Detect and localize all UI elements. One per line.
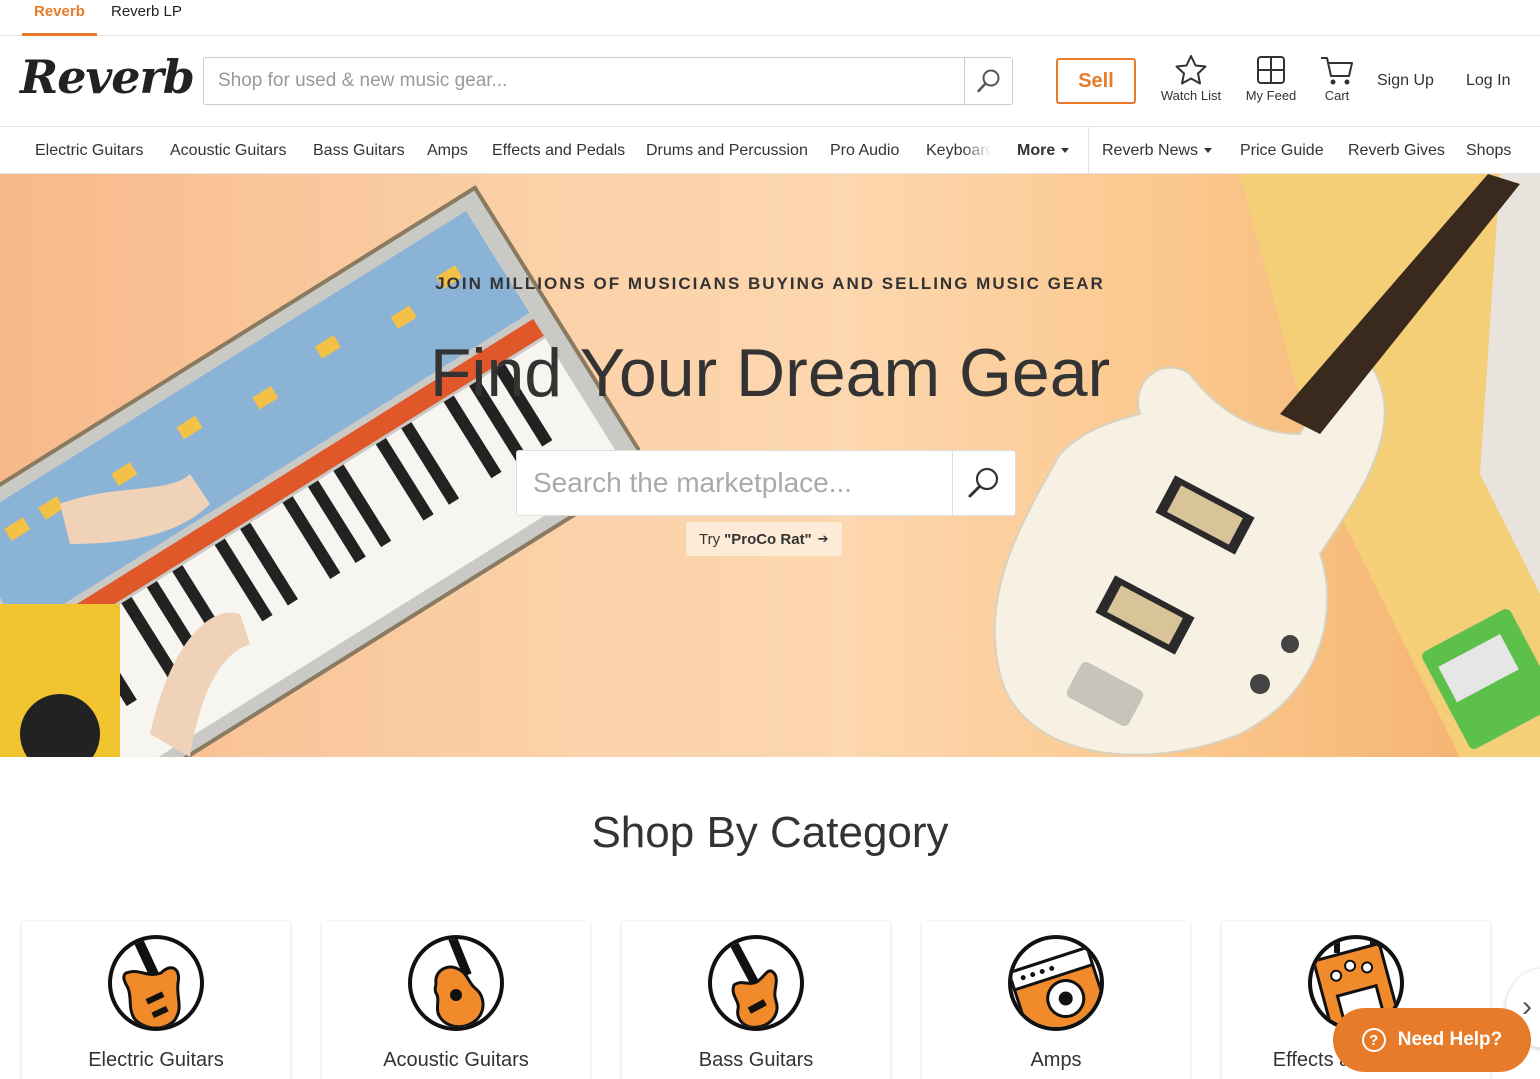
cart-link[interactable]: Cart — [1316, 54, 1358, 103]
nav-item-electric-guitars[interactable]: Electric Guitars — [35, 142, 143, 160]
search-icon — [968, 467, 999, 498]
cart-icon — [1321, 57, 1353, 85]
reverb-logo[interactable]: Reverb — [20, 50, 195, 104]
sign-up-link[interactable]: Sign Up — [1377, 72, 1434, 90]
hero-title: Find Your Dream Gear — [429, 335, 1111, 411]
header-search-bar — [203, 57, 1013, 105]
category-nav: Electric Guitars Acoustic Guitars Bass G… — [0, 127, 1540, 174]
nav-item-bass-guitars[interactable]: Bass Guitars — [313, 142, 405, 160]
nav-divider — [1088, 127, 1089, 174]
question-icon: ? — [1361, 1028, 1386, 1052]
watch-list-link[interactable]: Watch List — [1158, 54, 1224, 103]
category-card-electric-guitars[interactable]: Electric Guitars — [22, 921, 290, 1079]
nav-reverb-news-dropdown[interactable]: Reverb News — [1102, 142, 1213, 160]
feed-grid-icon — [1257, 56, 1285, 84]
reverb-news-label: Reverb News — [1102, 142, 1199, 159]
hero-banner: JOIN MILLIONS OF MUSICIANS BUYING AND SE… — [0, 174, 1540, 757]
my-feed-link[interactable]: My Feed — [1243, 54, 1299, 103]
caret-down-icon — [1061, 148, 1070, 154]
nav-item-amps[interactable]: Amps — [427, 142, 468, 160]
category-card-bass-guitars[interactable]: Bass Guitars — [622, 921, 890, 1079]
electric-guitar-icon — [108, 935, 204, 1031]
nav-shops[interactable]: Shops — [1466, 142, 1511, 160]
nav-more-dropdown[interactable]: More — [1017, 142, 1070, 160]
brand-tab-reverb-lp[interactable]: Reverb LP — [99, 0, 194, 36]
watch-list-label: Watch List — [1160, 88, 1222, 103]
log-in-link[interactable]: Log In — [1466, 72, 1510, 90]
nav-price-guide[interactable]: Price Guide — [1240, 142, 1324, 160]
nav-reverb-gives[interactable]: Reverb Gives — [1348, 142, 1445, 160]
cart-label: Cart — [1324, 88, 1350, 103]
nav-item-effects-and-pedals[interactable]: Effects and Pedals — [492, 142, 625, 160]
shop-by-category-title: Shop By Category — [591, 808, 949, 857]
brand-tab-reverb[interactable]: Reverb — [22, 0, 97, 36]
hero-search-button[interactable] — [952, 451, 1015, 515]
try-suggestion-text: "ProCo Rat" — [724, 530, 812, 548]
more-label: More — [1017, 142, 1056, 159]
nav-item-keyboards[interactable]: Keyboards — [926, 142, 992, 160]
category-card-label: Amps — [1030, 1049, 1082, 1071]
sell-button[interactable]: Sell — [1056, 58, 1136, 104]
nav-item-acoustic-guitars[interactable]: Acoustic Guitars — [170, 142, 286, 160]
amp-icon — [1008, 935, 1104, 1031]
hero-guitar-image — [993, 174, 1540, 757]
category-card-label: Acoustic Guitars — [383, 1049, 529, 1071]
brand-tabs: Reverb Reverb LP — [0, 0, 1540, 36]
site-header: Reverb Sell Watch List My Feed Cart Sign… — [0, 36, 1540, 127]
hero-search-bar — [516, 450, 1016, 516]
try-prefix: Try — [699, 530, 721, 548]
caret-down-icon — [1204, 148, 1213, 154]
header-search-input[interactable] — [204, 58, 966, 104]
star-icon — [1175, 55, 1207, 85]
category-card-label: Bass Guitars — [698, 1049, 814, 1071]
arrow-right-icon: ➔ — [817, 531, 829, 546]
category-card-label: Electric Guitars — [88, 1049, 224, 1071]
need-help-label: Need Help? — [1397, 1029, 1503, 1050]
header-search-button[interactable] — [964, 58, 1012, 104]
hero-search-input[interactable] — [517, 451, 953, 515]
nav-item-pro-audio[interactable]: Pro Audio — [830, 142, 899, 160]
nav-item-drums-and-percussion[interactable]: Drums and Percussion — [646, 142, 808, 160]
need-help-button[interactable]: ? Need Help? — [1333, 1008, 1531, 1072]
hero-eyebrow: JOIN MILLIONS OF MUSICIANS BUYING AND SE… — [435, 274, 1105, 293]
my-feed-label: My Feed — [1245, 88, 1297, 103]
category-card-acoustic-guitars[interactable]: Acoustic Guitars — [322, 921, 590, 1079]
try-suggestion-button[interactable]: Try "ProCo Rat" ➔ — [686, 522, 842, 556]
bass-guitar-icon — [708, 935, 804, 1031]
acoustic-guitar-icon — [408, 935, 504, 1031]
search-icon — [976, 69, 999, 93]
category-card-amps[interactable]: Amps — [922, 921, 1190, 1079]
